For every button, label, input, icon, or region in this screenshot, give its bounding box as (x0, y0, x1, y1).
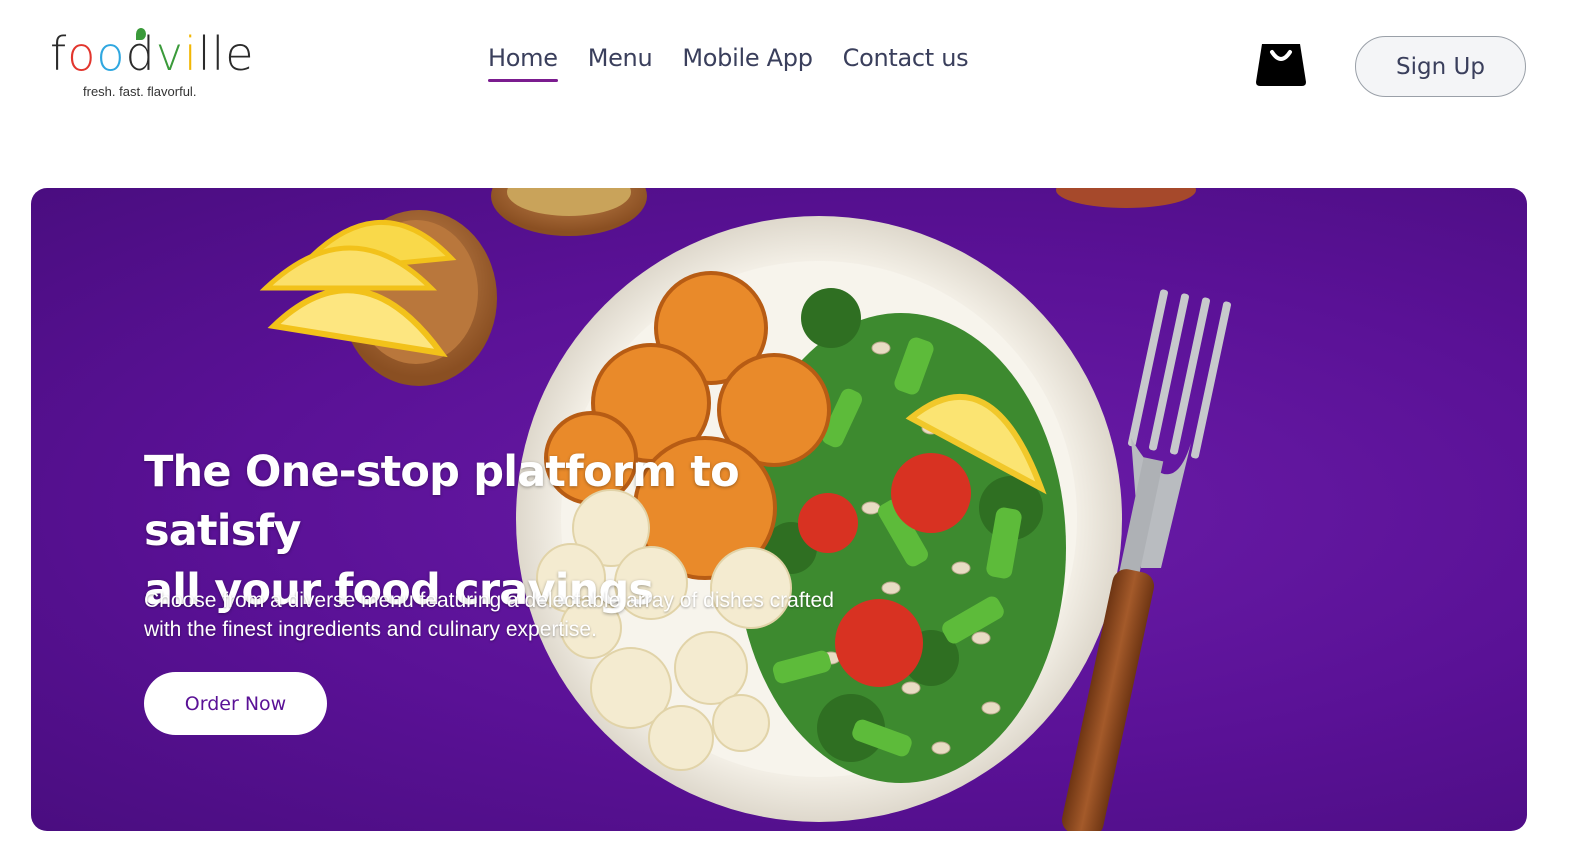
nav-item-menu[interactable]: Menu (588, 44, 653, 80)
order-now-button[interactable]: Order Now (144, 672, 327, 735)
brand-logo[interactable]: foodville fresh. fast. flavorful. (50, 26, 254, 106)
hero-banner: The One-stop platform to satisfy all you… (31, 188, 1527, 831)
nav-item-home[interactable]: Home (488, 44, 558, 82)
hero-title-line-1: The One-stop platform to satisfy (144, 447, 740, 556)
nav-item-contact-us[interactable]: Contact us (843, 44, 969, 80)
logo-leaf-icon (136, 28, 146, 40)
main-nav: Home Menu Mobile App Contact us (488, 44, 969, 82)
hero-subtitle-line-1: Choose from a diverse menu featuring a d… (144, 589, 834, 612)
brand-tagline: fresh. fast. flavorful. (83, 84, 197, 99)
sign-up-button[interactable]: Sign Up (1355, 36, 1526, 97)
hero-subtitle-line-2: with the finest ingredients and culinary… (144, 618, 597, 641)
logo-wordmark: foodville (50, 27, 255, 81)
nav-item-mobile-app[interactable]: Mobile App (682, 44, 813, 80)
hero-subtitle: Choose from a diverse menu featuring a d… (144, 586, 924, 644)
shopping-bag-icon[interactable] (1255, 40, 1307, 86)
site-header: foodville fresh. fast. flavorful. Home M… (0, 0, 1589, 130)
